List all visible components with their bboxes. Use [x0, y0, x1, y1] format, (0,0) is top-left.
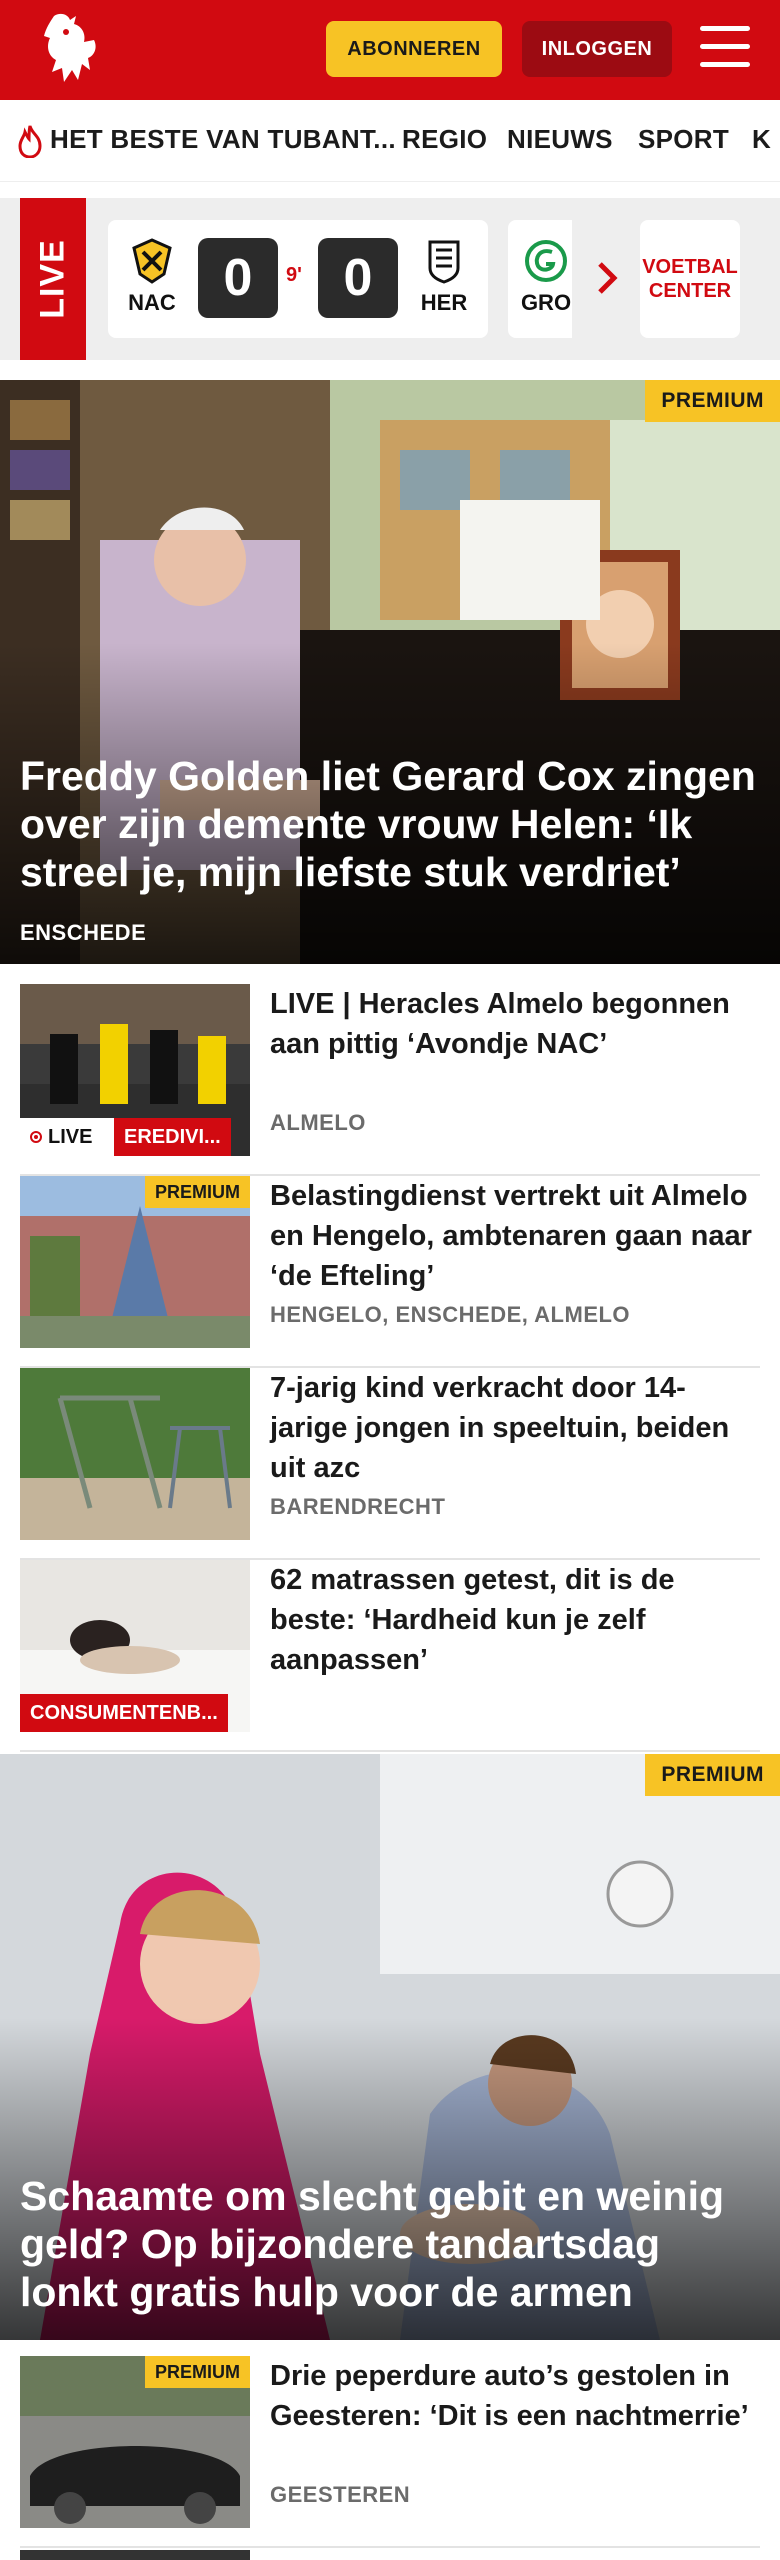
article-title[interactable]: 7-jarig kind verkracht door 14-jarige jo… — [270, 1368, 760, 1488]
premium-badge: PREMIUM — [645, 1754, 780, 1796]
nav-item-regio[interactable]: REGIO — [402, 124, 487, 155]
list-item[interactable]: PREMIUM Drie peperdure auto’s gestolen i… — [20, 2356, 760, 2548]
live-score-widget: LIVE NAC 0 9' 0 HER GRO VOETBAL CENTER — [0, 198, 780, 360]
heracles-crest-icon — [422, 238, 466, 284]
article-location: HENGELO, ENSCHEDE, ALMELO — [270, 1302, 631, 1327]
nac-crest-icon — [130, 238, 174, 284]
section-nav: HET BESTE VAN TUBANT... REGIO NIEUWS SPO… — [0, 100, 780, 182]
home-team: NAC — [122, 238, 182, 316]
nav-item-sport[interactable]: SPORT — [638, 124, 729, 155]
category-label: EREDIVI... — [114, 1118, 231, 1156]
away-team-name: HER — [420, 290, 468, 315]
tubantia-horse-logo-icon[interactable] — [38, 10, 108, 90]
list-item[interactable]: PREMIUM Belastingdienst vertrekt uit Alm… — [20, 1176, 760, 1368]
hero-1-location: ENSCHEDE — [20, 920, 147, 945]
nav-item-nieuws[interactable]: NIEUWS — [507, 124, 613, 155]
live-dot-icon — [30, 1131, 42, 1143]
home-team-name: NAC — [128, 290, 176, 315]
hero-1-title[interactable]: Freddy Golden liet Gerard Cox zingen ove… — [20, 752, 760, 896]
list-item[interactable]: LIVE EREDIVI... LIVE | Heracles Almelo b… — [20, 984, 760, 1176]
list-item[interactable]: CONSUMENTENB... 62 matrassen getest, dit… — [20, 1560, 760, 1752]
live-chip: LIVE — [20, 1118, 114, 1156]
hero-article-1[interactable]: PREMIUM Freddy Golden liet Gerard Cox zi… — [0, 380, 780, 964]
menu-icon[interactable] — [700, 26, 752, 70]
category-label: CONSUMENTENB... — [20, 1694, 228, 1732]
article-location: BARENDRECHT — [270, 1494, 446, 1519]
match-card[interactable]: NAC 0 9' 0 HER — [108, 220, 488, 338]
article-title[interactable]: 62 matrassen getest, dit is de beste: ‘H… — [270, 1560, 760, 1680]
away-team: HER — [414, 238, 474, 316]
voetbal-center-link[interactable]: VOETBAL CENTER — [640, 220, 740, 338]
nav-item-partial[interactable]: K — [752, 124, 771, 155]
login-button[interactable]: INLOGGEN — [522, 21, 672, 77]
article-location: GEESTEREN — [270, 2482, 411, 2507]
nav-item-best-of[interactable]: HET BESTE VAN TUBANT... — [50, 124, 396, 155]
article-location: ALMELO — [270, 1110, 366, 1135]
next-article-thumbnail-partial — [20, 2550, 250, 2560]
article-title[interactable]: Belastingdienst vertrekt uit Almelo en H… — [270, 1176, 760, 1296]
article-thumbnail: LIVE EREDIVI... — [20, 984, 250, 1156]
article-thumbnail: PREMIUM — [20, 1176, 250, 1348]
away-score: 0 — [318, 238, 398, 318]
next-team-name: GRO — [520, 290, 572, 315]
live-tag: LIVE — [20, 198, 86, 360]
match-minute: 9' — [286, 264, 302, 286]
premium-badge: PREMIUM — [645, 380, 780, 422]
article-thumbnail: CONSUMENTENB... — [20, 1560, 250, 1732]
hero-article-2[interactable]: PREMIUM Schaamte om slecht gebit en wein… — [0, 1754, 780, 2340]
article-title[interactable]: LIVE | Heracles Almelo begonnen aan pitt… — [270, 984, 760, 1064]
home-score: 0 — [198, 238, 278, 318]
article-thumbnail — [20, 1368, 250, 1540]
list-item[interactable]: 7-jarig kind verkracht door 14-jarige jo… — [20, 1368, 760, 1560]
subscribe-button[interactable]: ABONNEREN — [326, 21, 502, 77]
hero-2-title[interactable]: Schaamte om slecht gebit en weinig geld?… — [20, 2172, 760, 2316]
chevron-right-icon[interactable] — [592, 258, 622, 298]
premium-badge: PREMIUM — [145, 2356, 250, 2388]
flame-icon — [16, 124, 44, 159]
article-title[interactable]: Drie peperdure auto’s gestolen in Geeste… — [270, 2356, 760, 2436]
top-header: ABONNEREN INLOGGEN — [0, 0, 780, 100]
article-thumbnail: PREMIUM — [20, 2356, 250, 2528]
groningen-crest-icon — [524, 238, 568, 284]
next-team: GRO — [516, 238, 572, 316]
premium-badge: PREMIUM — [145, 1176, 250, 1208]
next-match-card[interactable]: GRO — [508, 220, 572, 338]
